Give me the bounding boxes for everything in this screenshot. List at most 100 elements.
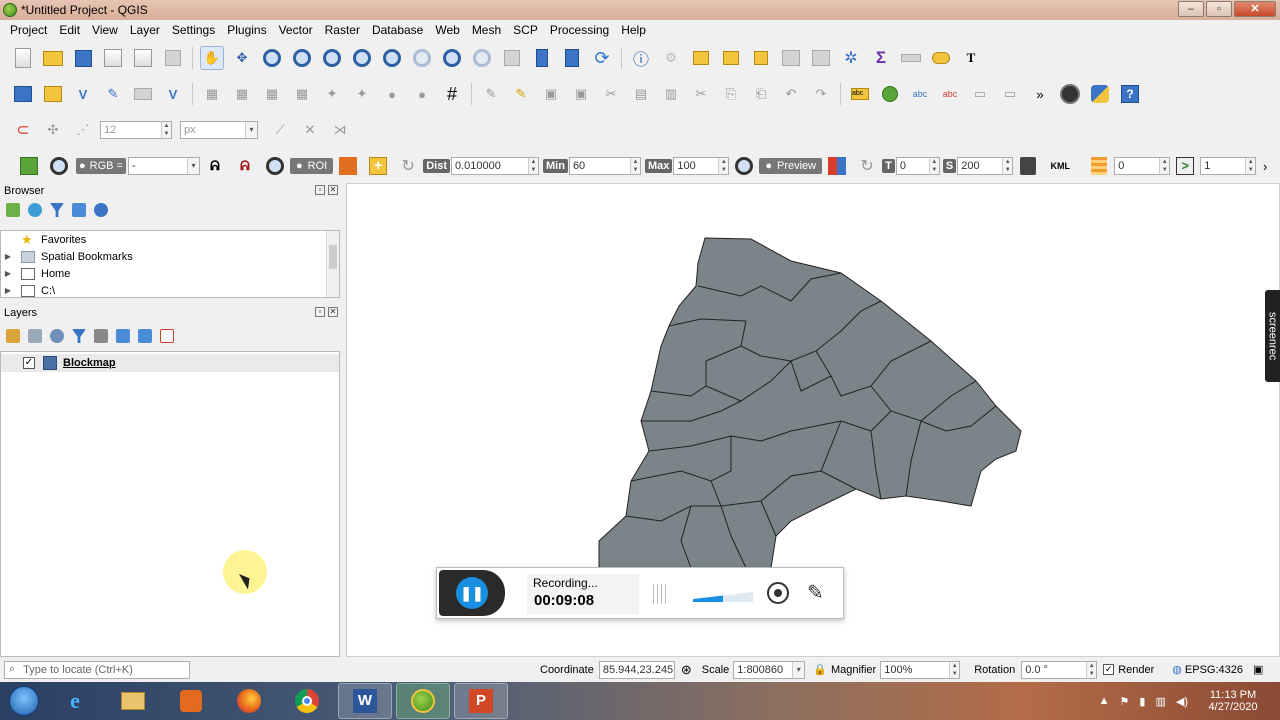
menu-layer[interactable]: Layer <box>124 23 166 37</box>
identify-icon[interactable]: ⓘ <box>629 46 653 70</box>
coordinate-field[interactable]: 85.944,23.245 <box>598 660 675 679</box>
new-geopackage-icon[interactable] <box>41 82 65 106</box>
toggle-editing-icon[interactable]: ✎ <box>509 82 533 106</box>
remove-layer-icon[interactable] <box>160 329 174 343</box>
taskbar-explorer[interactable] <box>106 683 160 719</box>
menu-processing[interactable]: Processing <box>544 23 615 37</box>
taskbar-ie[interactable]: e <box>48 683 102 719</box>
start-button[interactable] <box>0 682 48 720</box>
open-project-icon[interactable] <box>41 46 65 70</box>
snapping-magnet-icon[interactable]: ⊂ <box>11 118 35 142</box>
menu-help[interactable]: Help <box>615 23 652 37</box>
scale-select[interactable]: 1:800860 ▾ <box>733 660 806 679</box>
unit-select[interactable]: px ▾ <box>180 121 258 139</box>
new-map-view-icon[interactable] <box>500 46 524 70</box>
save-project-icon[interactable] <box>71 46 95 70</box>
menu-web[interactable]: Web <box>429 23 465 37</box>
python-console-icon[interactable] <box>1088 82 1112 106</box>
tolerance-input[interactable]: 12 ▲ ▼ <box>100 121 172 139</box>
browser-refresh-icon[interactable] <box>28 203 42 217</box>
pause-recording-button[interactable]: ❚❚ <box>439 570 505 616</box>
menu-settings[interactable]: Settings <box>166 23 221 37</box>
label-pin-icon[interactable]: abc <box>908 82 932 106</box>
taskbar-media-player[interactable] <box>164 683 218 719</box>
minimize-button[interactable]: – <box>1178 1 1204 17</box>
scp-more-icon[interactable]: › <box>1259 154 1271 178</box>
crs-globe-icon[interactable]: ◍ <box>1172 663 1182 676</box>
roi-toggle[interactable]: ● ROI <box>289 158 334 174</box>
taskbar-firefox[interactable] <box>222 683 276 719</box>
browser-item-spatial-bookmarks[interactable]: ▶ Spatial Bookmarks <box>1 248 339 265</box>
taskbar-word[interactable]: W <box>338 683 392 719</box>
pan-to-selection-icon[interactable]: ✥ <box>230 46 254 70</box>
zoom-out-icon[interactable] <box>290 46 314 70</box>
clock[interactable]: 11:13 PM 4/27/2020 <box>1200 689 1266 713</box>
max-input[interactable]: 100 ▲ ▼ <box>673 157 730 175</box>
label-highlight-icon[interactable]: abc <box>938 82 962 106</box>
add-wms-icon[interactable] <box>131 82 155 106</box>
preview-color-icon[interactable] <box>825 154 849 178</box>
zoom-last-icon[interactable] <box>440 46 464 70</box>
taskbar-powerpoint[interactable]: P <box>454 683 508 719</box>
expression-filter-icon[interactable] <box>94 329 108 343</box>
collapse-layers-icon[interactable] <box>138 329 152 343</box>
tray-power-icon[interactable]: ▮ <box>1139 695 1145 708</box>
layers-close-button[interactable]: ✕ <box>328 307 338 317</box>
browser-item-home[interactable]: ▶ Home <box>1 265 339 282</box>
layout-manager-icon[interactable] <box>131 46 155 70</box>
roi-pointer-icon[interactable] <box>336 154 360 178</box>
filter-icon[interactable] <box>50 203 64 217</box>
properties-icon[interactable] <box>94 203 108 217</box>
taskbar-chrome[interactable] <box>280 683 334 719</box>
statistics-icon[interactable]: Σ <box>869 46 893 70</box>
layers-float-button[interactable]: ▫ <box>315 307 325 317</box>
messages-icon[interactable]: ▣ <box>1253 663 1263 676</box>
trash-icon[interactable] <box>1016 154 1040 178</box>
add-group-icon[interactable] <box>28 329 42 343</box>
next-icon[interactable]: > <box>1173 154 1197 178</box>
menu-raster[interactable]: Raster <box>319 23 366 37</box>
menu-mesh[interactable]: Mesh <box>466 23 507 37</box>
diagram-tool-icon[interactable] <box>878 82 902 106</box>
kml-icon[interactable]: KML <box>1046 154 1074 178</box>
browser-close-button[interactable]: ✕ <box>328 185 338 195</box>
locate-input[interactable]: ⌕ Type to locate (Ctrl+K) <box>4 660 190 679</box>
toolbox-icon[interactable]: ✲ <box>839 46 863 70</box>
eye-icon[interactable] <box>50 329 64 343</box>
tray-flag-icon[interactable]: ⚑ <box>1120 695 1130 708</box>
grid-icon[interactable]: # <box>440 82 464 106</box>
menu-vector[interactable]: Vector <box>273 23 319 37</box>
rotation-input[interactable]: 0.0 ° ▲ ▼ <box>1021 660 1098 679</box>
add-selected-icon[interactable] <box>6 203 20 217</box>
t-input[interactable]: 0 ▲ ▼ <box>895 157 940 175</box>
data-source-manager-icon[interactable] <box>11 82 35 106</box>
expand-all-icon[interactable] <box>116 329 130 343</box>
select-features-icon[interactable] <box>689 46 713 70</box>
step-input[interactable]: 1 ▲ ▼ <box>1200 157 1257 175</box>
browser-scrollbar[interactable] <box>326 231 339 297</box>
attribute-table-icon[interactable] <box>779 46 803 70</box>
map-tips-icon[interactable] <box>929 46 953 70</box>
draw-pen-icon[interactable]: ✎ <box>807 580 824 605</box>
zoom-to-layer-icon[interactable] <box>380 46 404 70</box>
layer-filter-icon[interactable] <box>72 329 86 343</box>
new-bookmark-icon[interactable] <box>530 46 554 70</box>
add-vector-icon[interactable]: V <box>71 82 95 106</box>
zoom-full-icon[interactable] <box>320 46 344 70</box>
layer-visibility-checkbox[interactable]: ✓ <box>23 357 35 369</box>
deselect-icon[interactable] <box>749 46 773 70</box>
browser-item-favorites[interactable]: ★ Favorites <box>1 231 339 248</box>
s-input[interactable]: 200 ▲ ▼ <box>957 157 1014 175</box>
browser-float-button[interactable]: ▫ <box>315 185 325 195</box>
tray-network-icon[interactable]: ▥ <box>1155 695 1165 708</box>
maximize-button[interactable]: ▫ <box>1206 1 1232 17</box>
digitize-icon[interactable]: ✎ <box>101 82 125 106</box>
text-annotation-icon[interactable]: T <box>959 46 983 70</box>
taskbar-qgis[interactable] <box>396 683 450 719</box>
menu-view[interactable]: View <box>86 23 124 37</box>
measure-icon[interactable] <box>899 46 923 70</box>
style-brush-icon[interactable] <box>6 329 20 343</box>
menu-scp[interactable]: SCP <box>507 23 544 37</box>
preview-zoom-icon[interactable] <box>732 154 756 178</box>
collapse-all-icon[interactable] <box>72 203 86 217</box>
